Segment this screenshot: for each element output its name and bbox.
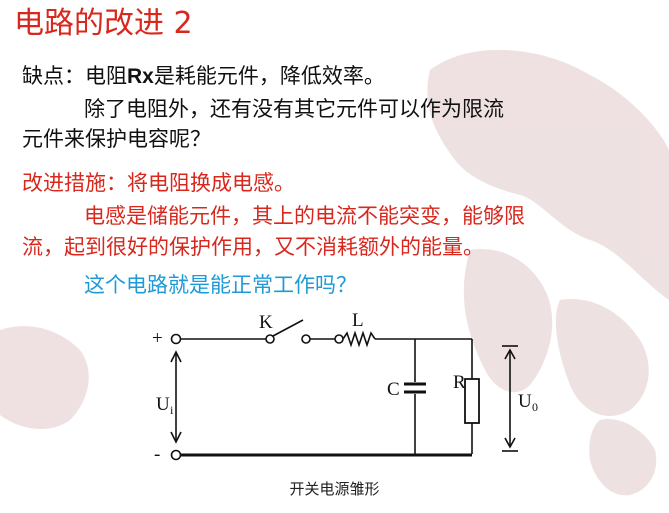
- improvement-line-2: 流，起到很好的保护作用，又不消耗额外的能量。: [22, 235, 484, 259]
- circuit-diagram: + - K L C R U i U 0: [152, 310, 538, 465]
- resistor-symbol: [464, 378, 480, 424]
- disadvantage-prefix: 缺点：电阻: [22, 64, 127, 88]
- input-voltage-label: U: [156, 394, 170, 415]
- output-voltage-label: U: [518, 391, 532, 412]
- improvement-heading: 改进措施：将电阻换成电感。: [22, 171, 295, 195]
- slide-title: 电路的改进 2: [14, 6, 193, 41]
- inductor-symbol: [342, 330, 376, 348]
- question-line-2: 元件来保护电容呢？: [22, 127, 211, 151]
- switch-label: K: [259, 312, 273, 333]
- switch-left-contact: [265, 334, 275, 344]
- plus-terminal: [170, 333, 182, 345]
- switch-right-contact: [301, 334, 311, 344]
- plus-sign: +: [152, 328, 163, 349]
- output-voltage-subscript: 0: [532, 400, 538, 414]
- rx-symbol: Rx: [127, 65, 154, 88]
- inductor-label: L: [352, 310, 364, 331]
- input-voltage-subscript: i: [170, 403, 174, 417]
- disadvantage-line: 缺点：电阻Rx是耗能元件，降低效率。: [22, 63, 385, 90]
- circuit-caption: 开关电源雏形: [289, 480, 380, 498]
- minus-sign: -: [154, 444, 160, 465]
- question-line-1: 除了电阻外，还有没有其它元件可以作为限流: [84, 97, 504, 121]
- switch-blade: [272, 319, 304, 337]
- resistor-label: R: [453, 372, 466, 393]
- disadvantage-suffix: 是耗能元件，降低效率。: [153, 64, 385, 88]
- minus-terminal: [170, 449, 182, 461]
- followup-question: 这个电路就是能正常工作吗？: [84, 273, 357, 297]
- capacitor-label: C: [387, 379, 400, 400]
- improvement-line-1: 电感是储能元件，其上的电流不能突变，能够限: [84, 204, 525, 228]
